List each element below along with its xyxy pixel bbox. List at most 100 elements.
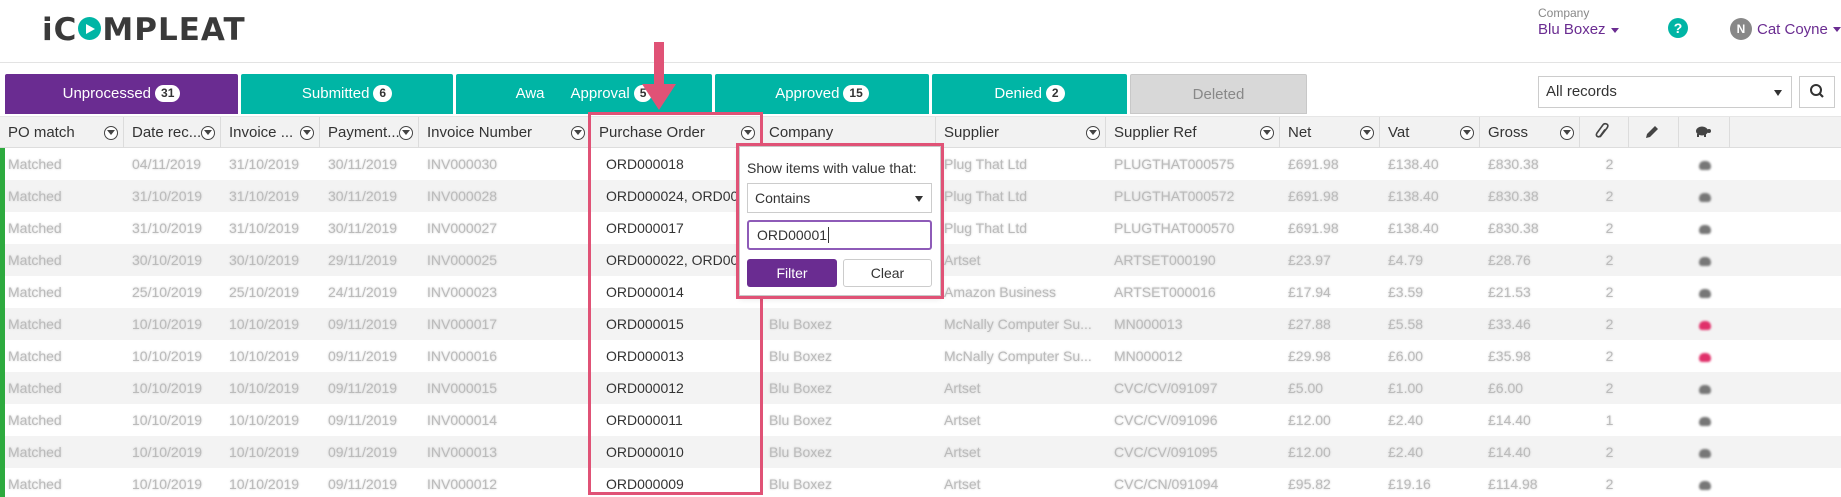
- cell-date-received: 04/11/2019: [132, 156, 202, 172]
- cell-date-received: 10/10/2019: [132, 348, 203, 364]
- column-header-invoice-date[interactable]: Invoice ...: [221, 117, 320, 148]
- cell-supplier: Artset: [944, 380, 981, 396]
- cell-company: Blu Boxez: [769, 444, 833, 460]
- cell-payment: 30/11/2019: [328, 220, 398, 236]
- cell-gross: £14.40: [1488, 412, 1531, 428]
- cell-invoice-number: INV000030: [427, 156, 498, 172]
- filter-icon[interactable]: [201, 126, 215, 140]
- cell-supplier: Plug That Ltd: [944, 220, 1028, 236]
- cell-date-received: 25/10/2019: [132, 284, 203, 300]
- tortoise-icon: [1698, 224, 1711, 234]
- cell-invoice-date: 10/10/2019: [229, 316, 300, 332]
- cell-attachments: 2: [1605, 284, 1614, 300]
- cell-net: £5.00: [1288, 380, 1324, 396]
- cell-invoice-date: 10/10/2019: [229, 412, 300, 428]
- table-row[interactable]: Matched 10/10/2019 10/10/2019 09/11/2019 INV…: [5, 372, 1841, 404]
- tab-count-badge: 15: [843, 84, 869, 102]
- search-button[interactable]: [1799, 76, 1835, 108]
- cell-date-received: 10/10/2019: [132, 476, 203, 492]
- company-dropdown[interactable]: Blu Boxez: [1538, 21, 1619, 38]
- column-header-attachments[interactable]: [1580, 117, 1629, 148]
- column-title: Supplier Ref: [1114, 124, 1197, 141]
- filter-operator-select[interactable]: Contains: [747, 183, 932, 213]
- cell-payment: 29/11/2019: [328, 252, 398, 268]
- filter-icon[interactable]: [399, 126, 413, 140]
- filter-value-input[interactable]: ORD00001: [747, 220, 932, 250]
- filter-icon[interactable]: [1260, 126, 1274, 140]
- chevron-down-icon: [915, 196, 923, 202]
- filter-icon[interactable]: [104, 126, 118, 140]
- filter-icon[interactable]: [300, 126, 314, 140]
- cell-invoice-number: INV000014: [427, 412, 498, 428]
- tab-label-suffix: Approval: [570, 85, 630, 102]
- column-title: Purchase Order: [599, 124, 705, 141]
- column-header-invoice-number[interactable]: Invoice Number: [419, 117, 591, 148]
- filter-icon[interactable]: [741, 126, 755, 140]
- filter-icon[interactable]: [1460, 126, 1474, 140]
- help-icon[interactable]: ?: [1668, 18, 1688, 38]
- user-menu[interactable]: N Cat Coyne: [1730, 18, 1841, 40]
- cell-supplier: McNally Computer Su...: [944, 348, 1092, 364]
- table-row[interactable]: Matched 10/10/2019 10/10/2019 09/11/2019 INV…: [5, 468, 1841, 497]
- priority-status-icon: [1679, 404, 1730, 436]
- cell-payment: 09/11/2019: [328, 444, 398, 460]
- cell-net: £691.98: [1288, 188, 1339, 204]
- app-header: iC MPLEAT Company Blu Boxez ? N Cat Coyne: [0, 0, 1841, 63]
- company-switcher[interactable]: Company Blu Boxez: [1538, 6, 1619, 38]
- column-header-purchase-order[interactable]: Purchase Order: [591, 117, 761, 148]
- cell-supplier: Plug That Ltd: [944, 188, 1028, 204]
- column-header-date-received[interactable]: Date rec...: [124, 117, 221, 148]
- filter-icon[interactable]: [571, 126, 585, 140]
- column-filter-popup: Show items with value that: Contains ORD…: [739, 146, 941, 296]
- column-header-company[interactable]: Company: [761, 117, 936, 148]
- table-row[interactable]: Matched 10/10/2019 10/10/2019 09/11/2019 INV…: [5, 436, 1841, 468]
- icompleat-logo[interactable]: iC MPLEAT: [42, 12, 246, 48]
- cell-invoice-number: INV000025: [427, 252, 498, 268]
- cell-net: £12.00: [1288, 444, 1331, 460]
- column-header-notes[interactable]: [1629, 117, 1679, 148]
- table-row[interactable]: Matched 10/10/2019 10/10/2019 09/11/2019 INV…: [5, 340, 1841, 372]
- tab-submitted[interactable]: Submitted 6: [241, 74, 453, 114]
- column-header-payment[interactable]: Payment...: [320, 117, 419, 148]
- column-header-supplier[interactable]: Supplier: [936, 117, 1106, 148]
- filter-icon[interactable]: [1086, 126, 1100, 140]
- column-title: Vat: [1388, 124, 1410, 141]
- cell-purchase-order: ORD000022, ORD000: [606, 252, 747, 268]
- cell-gross: £35.98: [1488, 348, 1531, 364]
- cell-vat: £6.00: [1388, 348, 1424, 364]
- column-header-vat[interactable]: Vat: [1380, 117, 1480, 148]
- priority-status-icon: [1679, 276, 1730, 308]
- cell-payment: 09/11/2019: [328, 380, 398, 396]
- column-header-po-match[interactable]: PO match: [0, 117, 124, 148]
- cell-supplier-ref: CVC/CV/091095: [1114, 444, 1218, 460]
- tab-denied[interactable]: Denied 2: [932, 74, 1127, 114]
- filter-operator-value: Contains: [755, 190, 811, 206]
- tab-deleted[interactable]: Deleted: [1130, 74, 1307, 114]
- cell-invoice-date: 31/10/2019: [229, 188, 300, 204]
- cell-purchase-order: ORD000009: [606, 476, 684, 492]
- cell-invoice-number: INV000012: [427, 476, 498, 492]
- annotation-arrow-head: [642, 84, 676, 110]
- column-header-net[interactable]: Net: [1280, 117, 1380, 148]
- tab-label: Approved: [775, 85, 840, 102]
- column-header-gross[interactable]: Gross: [1480, 117, 1580, 148]
- tab-unprocessed[interactable]: Unprocessed 31: [5, 74, 238, 114]
- cell-supplier-ref: PLUGTHAT000575: [1114, 156, 1235, 172]
- pencil-icon: [1646, 126, 1658, 138]
- filter-button[interactable]: Filter: [747, 259, 837, 287]
- records-filter-select[interactable]: All records: [1538, 76, 1792, 108]
- column-header-priority[interactable]: [1679, 117, 1730, 148]
- column-header-supplier-ref[interactable]: Supplier Ref: [1106, 117, 1280, 148]
- table-row[interactable]: Matched 10/10/2019 10/10/2019 09/11/2019 INV…: [5, 308, 1841, 340]
- cell-vat: £2.40: [1388, 444, 1424, 460]
- cell-po-match: Matched: [8, 476, 62, 492]
- tortoise-icon: [1698, 192, 1711, 202]
- cell-purchase-order: ORD000014: [606, 284, 684, 300]
- table-row[interactable]: Matched 10/10/2019 10/10/2019 09/11/2019 INV…: [5, 404, 1841, 436]
- cell-supplier-ref: MN000013: [1114, 316, 1183, 332]
- clear-button[interactable]: Clear: [843, 259, 932, 287]
- tab-approved[interactable]: Approved 15: [715, 74, 929, 114]
- cell-attachments: 2: [1605, 316, 1614, 332]
- filter-icon[interactable]: [1360, 126, 1374, 140]
- filter-icon[interactable]: [1560, 126, 1574, 140]
